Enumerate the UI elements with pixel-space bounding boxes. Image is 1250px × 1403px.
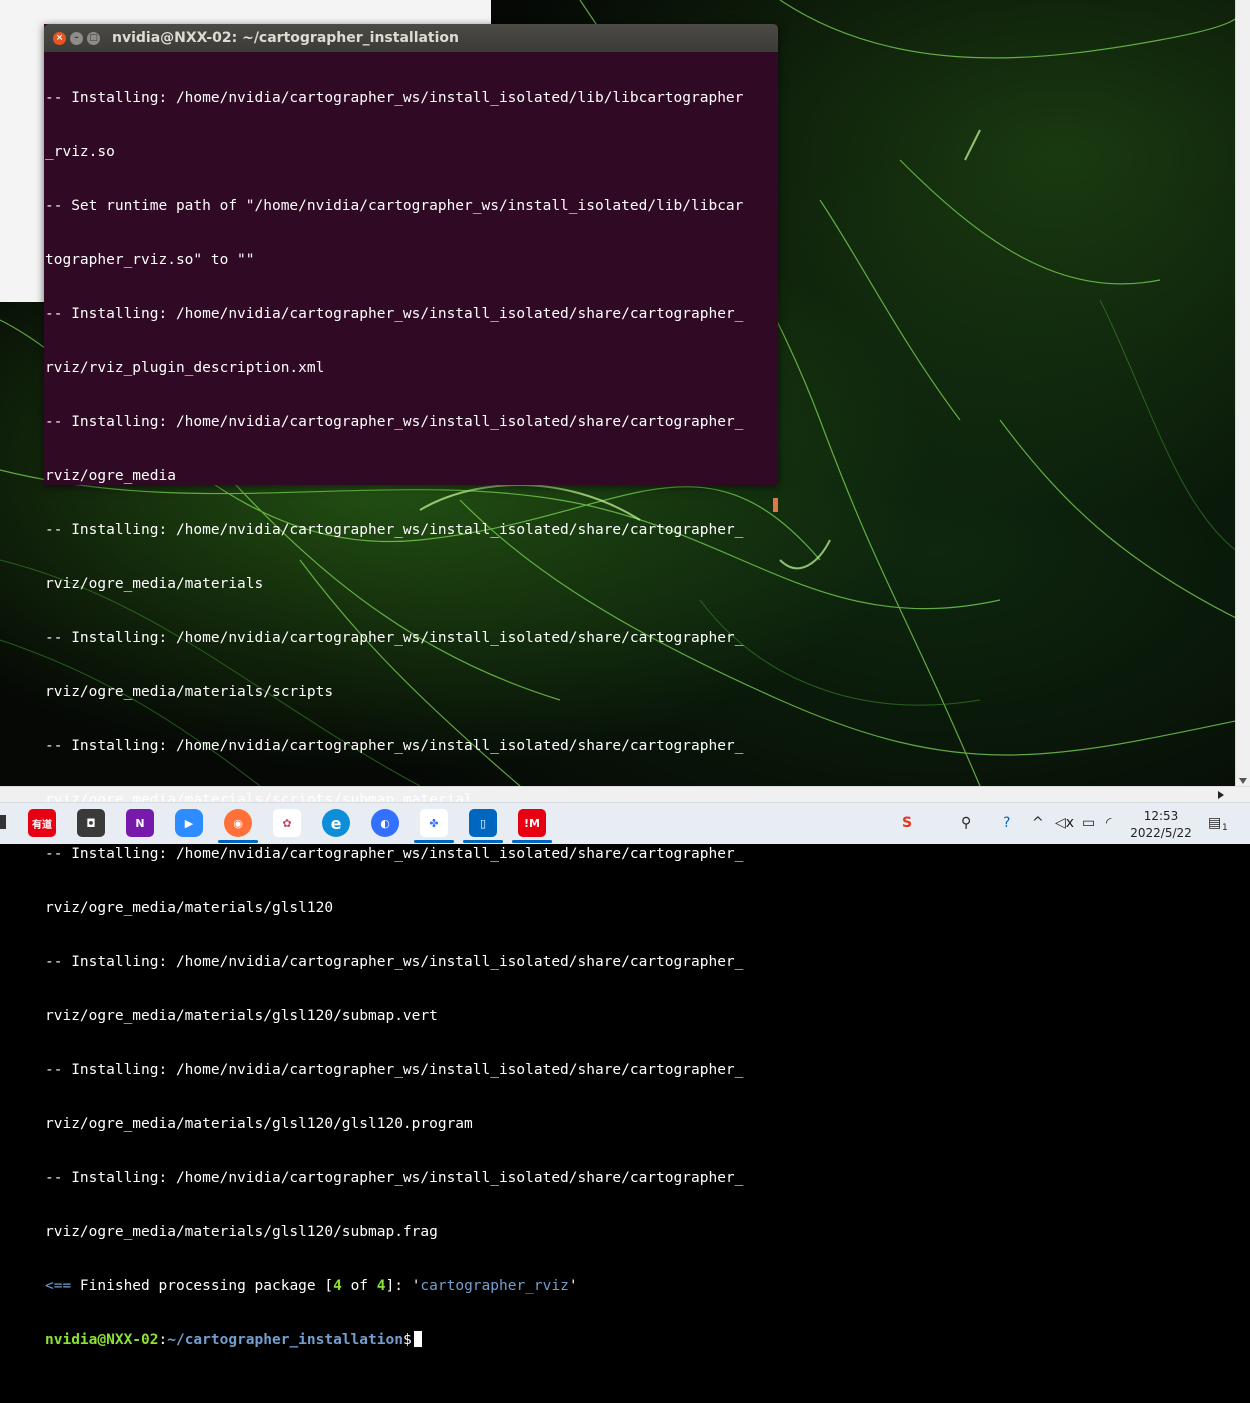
notifications-icon[interactable]: ▤ (1208, 815, 1221, 831)
phone-link-icon[interactable]: ▯ (463, 809, 503, 843)
finished-line: <== Finished processing package [4 of 4]… (45, 1277, 777, 1295)
terminal-line: -- Installing: /home/nvidia/cartographer… (45, 954, 744, 970)
feishu-icon[interactable]: ◐ (371, 809, 399, 837)
network-app-icon[interactable]: ✿ (273, 809, 301, 837)
terminal-line: _rviz.so (45, 144, 115, 160)
finished-text: Finished processing package [ (71, 1278, 334, 1294)
terminal-titlebar[interactable]: × – □ nvidia@NXX-02: ~/cartographer_inst… (44, 24, 778, 52)
finished-end: ' (568, 1278, 578, 1294)
terminal-line: -- Installing: /home/nvidia/cartographer… (45, 630, 744, 646)
onenote-icon[interactable]: N (126, 809, 154, 837)
package-current: 4 (333, 1278, 342, 1294)
notifications-badge: 1 (1222, 823, 1228, 833)
people-icon[interactable]: ⚲ (961, 815, 971, 831)
scroll-down-arrow-icon[interactable] (1239, 778, 1247, 784)
terminal-line: -- Installing: /home/nvidia/cartographer… (45, 738, 744, 754)
terminal-line: -- Installing: /home/nvidia/cartographer… (45, 522, 744, 538)
terminal-line: rviz/ogre_media/materials/glsl120/glsl12… (45, 1116, 473, 1132)
help-icon[interactable]: ? (1003, 815, 1010, 831)
prompt-path: ~/cartographer_installation (167, 1332, 403, 1348)
youdao-icon[interactable]: 有道 (28, 809, 56, 837)
terminal-line: tographer_rviz.so" to "" (45, 252, 255, 268)
camera-icon[interactable]: ◘ (77, 809, 105, 837)
terminal-line: -- Installing: /home/nvidia/cartographer… (45, 414, 744, 430)
terminal-line: rviz/ogre_media/materials (45, 576, 264, 592)
input-method-icon[interactable]: S (902, 815, 912, 831)
firefox-icon[interactable]: ◉ (218, 809, 258, 843)
terminal-window[interactable]: × – □ nvidia@NXX-02: ~/cartographer_inst… (44, 24, 778, 1348)
terminal-line: -- Set runtime path of "/home/nvidia/car… (45, 198, 744, 214)
taskbar: 有道 ◘ N ▶ ◉ ✿ e ◐ ✤ ▯ !M S ⚲ ? ^ ◁x ▭ ◜ 1… (0, 802, 1250, 844)
terminal-line: -- Installing: /home/nvidia/cartographer… (45, 90, 744, 106)
zoom-icon[interactable]: ▶ (175, 809, 203, 837)
maximize-icon[interactable]: □ (87, 31, 100, 45)
clock-date: 2022/5/22 (1130, 826, 1192, 840)
terminal-line: -- Installing: /home/nvidia/cartographer… (45, 846, 744, 862)
scroll-right-arrow-icon[interactable] (1218, 791, 1224, 799)
prompt-line[interactable]: nvidia@NXX-02:~/cartographer_installatio… (45, 1331, 777, 1349)
wifi-icon[interactable]: ◜ (1106, 815, 1111, 831)
volume-muted-icon[interactable]: ◁x (1055, 815, 1074, 831)
terminal-line: -- Installing: /home/nvidia/cartographer… (45, 1062, 744, 1078)
terminal-line: rviz/ogre_media (45, 468, 176, 484)
finished-arrow: <== (45, 1278, 72, 1294)
terminal-line: rviz/ogre_media/materials/scripts (45, 684, 334, 700)
prompt-dollar: $ (402, 1332, 412, 1348)
clock-time: 12:53 (1143, 809, 1179, 823)
chevron-up-icon[interactable]: ^ (1032, 815, 1044, 831)
close-icon[interactable]: × (53, 31, 66, 45)
minimize-icon[interactable]: – (70, 31, 83, 45)
terminal-line: -- Installing: /home/nvidia/cartographer… (45, 306, 744, 322)
package-total: 4 (376, 1278, 386, 1294)
edge-icon[interactable]: e (322, 809, 350, 837)
terminal-line: rviz/rviz_plugin_description.xml (45, 360, 325, 376)
prompt-colon: : (158, 1332, 168, 1348)
package-name: cartographer_rviz (420, 1278, 569, 1294)
terminal-line: -- Installing: /home/nvidia/cartographer… (45, 1170, 744, 1186)
netdisk-icon[interactable]: ✤ (414, 809, 454, 843)
finished-of: of (341, 1278, 377, 1294)
terminal-line: rviz/ogre_media/materials/glsl120/submap… (45, 1224, 438, 1240)
battery-icon[interactable]: ▭ (1082, 815, 1095, 831)
vertical-scrollbar[interactable] (1235, 0, 1250, 786)
terminal-line: rviz/ogre_media/materials/glsl120 (45, 900, 334, 916)
finished-mid: ]: ' (385, 1278, 421, 1294)
taskbar-clipped-icon[interactable] (0, 815, 6, 829)
text-cursor[interactable] (413, 1331, 422, 1347)
terminal-line: rviz/ogre_media/materials/glsl120/submap… (45, 1008, 438, 1024)
window-title: nvidia@NXX-02: ~/cartographer_installati… (112, 30, 460, 46)
prompt-user-host: nvidia@NXX-02 (45, 1332, 159, 1348)
red-app-icon[interactable]: !M (512, 809, 552, 843)
clock[interactable]: 12:53 2022/5/22 (1128, 808, 1194, 842)
terminal-output[interactable]: -- Installing: /home/nvidia/cartographer… (44, 52, 778, 1348)
terminal-scroll-indicator[interactable] (773, 498, 778, 512)
